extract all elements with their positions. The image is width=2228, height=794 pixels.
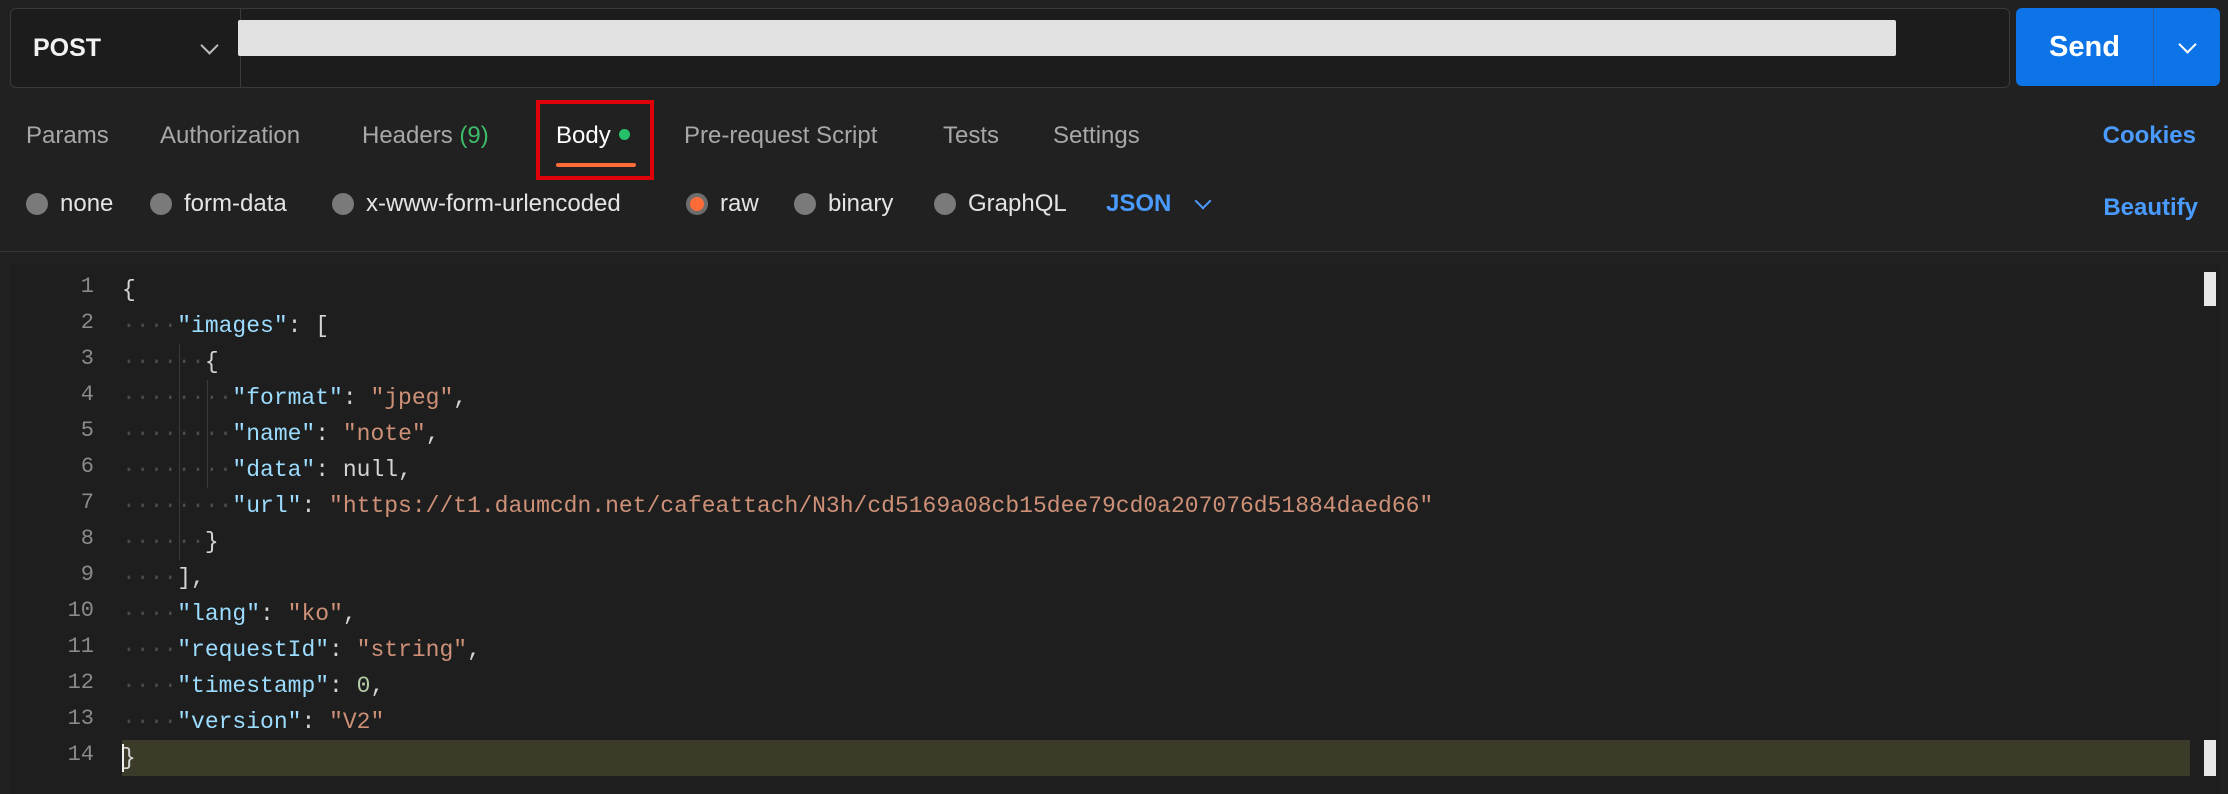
line-number: 6 — [80, 454, 94, 479]
radio-graphql-label: GraphQL — [968, 190, 1067, 217]
radio-icon — [934, 193, 956, 215]
radio-selected-icon — [686, 193, 708, 215]
radio-icon — [794, 193, 816, 215]
code-line[interactable]: ········"name": "note", — [122, 416, 440, 452]
request-tabs: Params Authorization Headers (9) Body Pr… — [0, 100, 2228, 180]
method-select[interactable]: POST — [11, 9, 241, 87]
url-input[interactable] — [238, 20, 1896, 56]
body-type-selector: none form-data x-www-form-urlencoded raw… — [0, 186, 2228, 230]
radio-graphql[interactable]: GraphQL — [934, 190, 1067, 218]
line-number: 14 — [67, 742, 94, 767]
chevron-down-icon — [200, 35, 219, 55]
code-line[interactable]: ········"format": "jpeg", — [122, 380, 467, 416]
line-number: 8 — [80, 526, 94, 551]
line-number: 7 — [80, 490, 94, 515]
code-line[interactable]: ····"requestId": "string", — [122, 632, 481, 668]
headers-count-badge: (9) — [459, 122, 489, 149]
divider — [0, 251, 2228, 252]
code-line[interactable]: ····"images": [ — [122, 308, 329, 344]
radio-binary[interactable]: binary — [794, 190, 893, 218]
cookies-link[interactable]: Cookies — [2103, 122, 2196, 150]
chevron-down-icon — [2177, 34, 2197, 54]
tab-headers[interactable]: Headers (9) — [362, 122, 489, 150]
radio-none[interactable]: none — [26, 190, 113, 218]
scrollbar-thumb[interactable] — [2204, 740, 2216, 776]
send-button-group: Send — [2016, 8, 2220, 86]
send-button[interactable]: Send — [2016, 8, 2153, 86]
code-line[interactable]: ········"url": "https://t1.daumcdn.net/c… — [122, 488, 1433, 524]
indent-guide — [179, 344, 181, 560]
tab-tests[interactable]: Tests — [943, 122, 999, 150]
line-number: 1 — [80, 274, 94, 299]
radio-icon — [150, 193, 172, 215]
radio-raw[interactable]: raw — [686, 190, 759, 218]
tab-pre-request-script[interactable]: Pre-request Script — [684, 122, 877, 150]
tab-params[interactable]: Params — [26, 122, 109, 150]
code-line[interactable]: ······{ — [122, 344, 219, 380]
code-line[interactable]: } — [122, 740, 2190, 776]
radio-form-data-label: form-data — [184, 190, 287, 217]
tab-headers-label: Headers — [362, 122, 453, 149]
radio-x-www-form-urlencoded[interactable]: x-www-form-urlencoded — [332, 190, 621, 218]
code-line[interactable]: ····"timestamp": 0, — [122, 668, 384, 704]
line-number: 5 — [80, 418, 94, 443]
code-editor[interactable]: 1 2 3 4 5 6 7 8 9 10 11 12 13 14 {····"i… — [10, 264, 2220, 794]
line-number: 4 — [80, 382, 94, 407]
tab-authorization[interactable]: Authorization — [160, 122, 300, 150]
chevron-down-icon — [1194, 192, 1212, 210]
line-number: 12 — [67, 670, 94, 695]
line-number: 13 — [67, 706, 94, 731]
line-number: 2 — [80, 310, 94, 335]
format-label: JSON — [1106, 190, 1172, 217]
beautify-button[interactable]: Beautify — [2103, 194, 2198, 222]
radio-none-label: none — [60, 190, 114, 217]
line-number: 3 — [80, 346, 94, 371]
radio-urlencoded-label: x-www-form-urlencoded — [366, 190, 621, 217]
code-line[interactable]: ······} — [122, 524, 219, 560]
radio-icon — [332, 193, 354, 215]
method-label: POST — [33, 33, 102, 62]
indent-guide — [206, 380, 208, 488]
scrollbar-thumb[interactable] — [2204, 272, 2216, 306]
code-line[interactable]: { — [122, 272, 136, 308]
line-number: 9 — [80, 562, 94, 587]
code-line[interactable]: ····"lang": "ko", — [122, 596, 357, 632]
radio-form-data[interactable]: form-data — [150, 190, 287, 218]
code-line[interactable]: ········"data": null, — [122, 452, 412, 488]
format-dropdown[interactable]: JSON — [1106, 190, 1212, 218]
radio-icon — [26, 193, 48, 215]
tab-settings[interactable]: Settings — [1053, 122, 1140, 150]
text-cursor — [122, 744, 124, 772]
line-number: 10 — [67, 598, 94, 623]
radio-binary-label: binary — [828, 190, 894, 217]
radio-raw-label: raw — [720, 190, 759, 217]
line-number: 11 — [67, 634, 94, 659]
code-line[interactable]: ····"version": "V2" — [122, 704, 384, 740]
body-tab-highlight — [536, 100, 654, 180]
send-options-button[interactable] — [2154, 8, 2220, 86]
code-line[interactable]: ····], — [122, 560, 205, 596]
